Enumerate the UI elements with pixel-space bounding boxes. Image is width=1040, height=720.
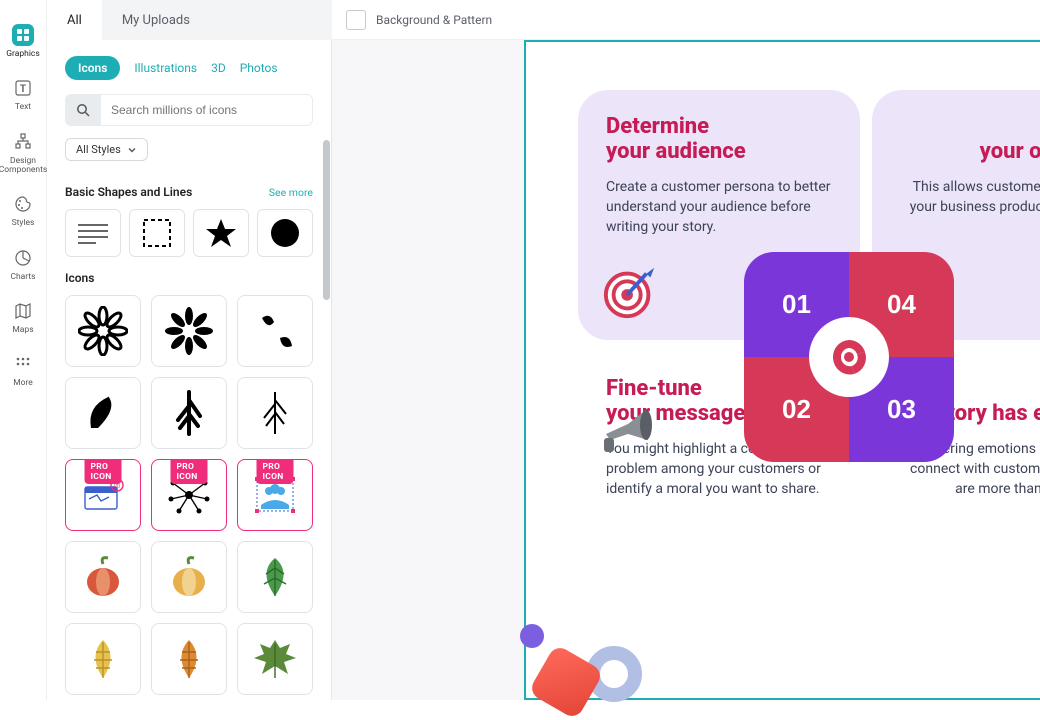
scrollbar-thumb[interactable] <box>323 140 330 300</box>
components-icon <box>12 131 34 153</box>
pill-photos[interactable]: Photos <box>240 61 278 75</box>
card-title: Draft your own story <box>900 114 1040 165</box>
category-pills: Icons Illustrations 3D Photos <box>65 56 313 80</box>
rail-item-styles[interactable]: Styles <box>0 193 46 228</box>
rail-label: Charts <box>10 273 35 282</box>
styles-dropdown[interactable]: All Styles <box>65 138 148 161</box>
svg-text:T: T <box>20 84 26 95</box>
icon-tile-feather[interactable] <box>65 377 141 449</box>
chevron-down-icon <box>127 145 137 155</box>
shapes-row <box>65 209 313 257</box>
rail-item-charts[interactable]: Charts <box>0 247 46 282</box>
icon-tile-team-pro[interactable]: PRO ICON <box>237 459 313 531</box>
design-canvas[interactable]: Determine your audience Create a custome… <box>524 40 1040 700</box>
pill-3d[interactable]: 3D <box>211 61 226 75</box>
card-body: This allows customers to visualize your … <box>900 177 1040 238</box>
pro-badge: PRO ICON <box>85 460 122 484</box>
shape-dashed-rect[interactable] <box>129 209 185 257</box>
icon-tile-leaf-green[interactable] <box>237 541 313 613</box>
search-row <box>65 94 313 126</box>
section-head-shapes: Basic Shapes and Lines See more <box>65 185 313 199</box>
graphics-icon <box>12 24 34 46</box>
rail-item-components[interactable]: Design Components <box>0 131 46 176</box>
panel-tabs: All My Uploads <box>47 0 332 40</box>
canvas-viewport[interactable]: Determine your audience Create a custome… <box>332 40 1040 700</box>
rail-label: Graphics <box>6 50 40 59</box>
icon-tile-leaf-yellow[interactable] <box>65 623 141 695</box>
icon-tile-leaves-pair[interactable] <box>237 295 313 367</box>
pie-icon <box>12 247 34 269</box>
icon-tile-tree-outline[interactable] <box>237 377 313 449</box>
icon-tile-network-pro[interactable]: PRO ICON <box>151 459 227 531</box>
pro-badge: PRO ICON <box>257 460 294 484</box>
icon-tile-pumpkin-yellow[interactable] <box>151 541 227 613</box>
icon-tile-marketing-pro[interactable]: PRO ICON@ <box>65 459 141 531</box>
canvas-topbar: Background & Pattern <box>332 0 1040 40</box>
cycle-icon <box>809 317 889 397</box>
rail-label: Styles <box>12 219 35 228</box>
section-title: Icons <box>65 271 94 285</box>
bg-pattern-label[interactable]: Background & Pattern <box>376 13 492 27</box>
map-icon <box>12 300 34 322</box>
section-head-icons: Icons <box>65 271 313 285</box>
icon-tile-leaf-orange[interactable] <box>151 623 227 695</box>
search-button[interactable] <box>65 94 101 126</box>
section-title: Basic Shapes and Lines <box>65 185 192 199</box>
megaphone-icon <box>598 400 658 460</box>
rail-label: Design Components <box>0 157 47 176</box>
rail-item-more[interactable]: More <box>0 353 46 388</box>
icon-tile-flower-outline[interactable] <box>65 295 141 367</box>
rail-item-text[interactable]: T Text <box>0 77 46 112</box>
rail-label: Maps <box>12 326 33 335</box>
bg-color-swatch[interactable] <box>346 10 366 30</box>
grid-icon <box>12 353 34 375</box>
graphics-panel: Icons Illustrations 3D Photos All Styles… <box>47 40 332 700</box>
palette-icon <box>12 193 34 215</box>
search-input[interactable] <box>101 94 313 126</box>
icon-tile-leaf-maple[interactable] <box>237 623 313 695</box>
pill-illustrations[interactable]: Illustrations <box>134 61 197 75</box>
shape-star[interactable] <box>193 209 249 257</box>
icon-tile-flower-solid[interactable] <box>151 295 227 367</box>
pro-badge: PRO ICON <box>171 460 208 484</box>
icons-grid: PRO ICON@ PRO ICON PRO ICON <box>65 295 313 695</box>
styles-dd-label: All Styles <box>76 143 121 156</box>
text-icon: T <box>12 77 34 99</box>
tab-all[interactable]: All <box>47 0 102 40</box>
target-icon <box>602 262 660 320</box>
rail-item-maps[interactable]: Maps <box>0 300 46 335</box>
icon-tile-pumpkin-red[interactable] <box>65 541 141 613</box>
shape-circle[interactable] <box>257 209 313 257</box>
rail-item-graphics[interactable]: Graphics <box>0 24 46 59</box>
center-quadrant-badge[interactable]: 01 04 02 03 <box>744 252 954 462</box>
card-title: Determine your audience <box>606 114 832 165</box>
card-body: Create a customer persona to better unde… <box>606 177 832 238</box>
rail-label: Text <box>15 103 31 112</box>
accent-ball <box>520 624 544 648</box>
rail-label: More <box>13 379 33 388</box>
left-rail: Graphics T Text Design Components Styles… <box>0 0 47 700</box>
shape-lines[interactable] <box>65 209 121 257</box>
pill-icons[interactable]: Icons <box>65 56 120 80</box>
tab-my-uploads[interactable]: My Uploads <box>102 0 210 40</box>
see-more-link[interactable]: See more <box>269 186 313 199</box>
search-icon <box>76 103 90 117</box>
icon-tile-tree-solid[interactable] <box>151 377 227 449</box>
